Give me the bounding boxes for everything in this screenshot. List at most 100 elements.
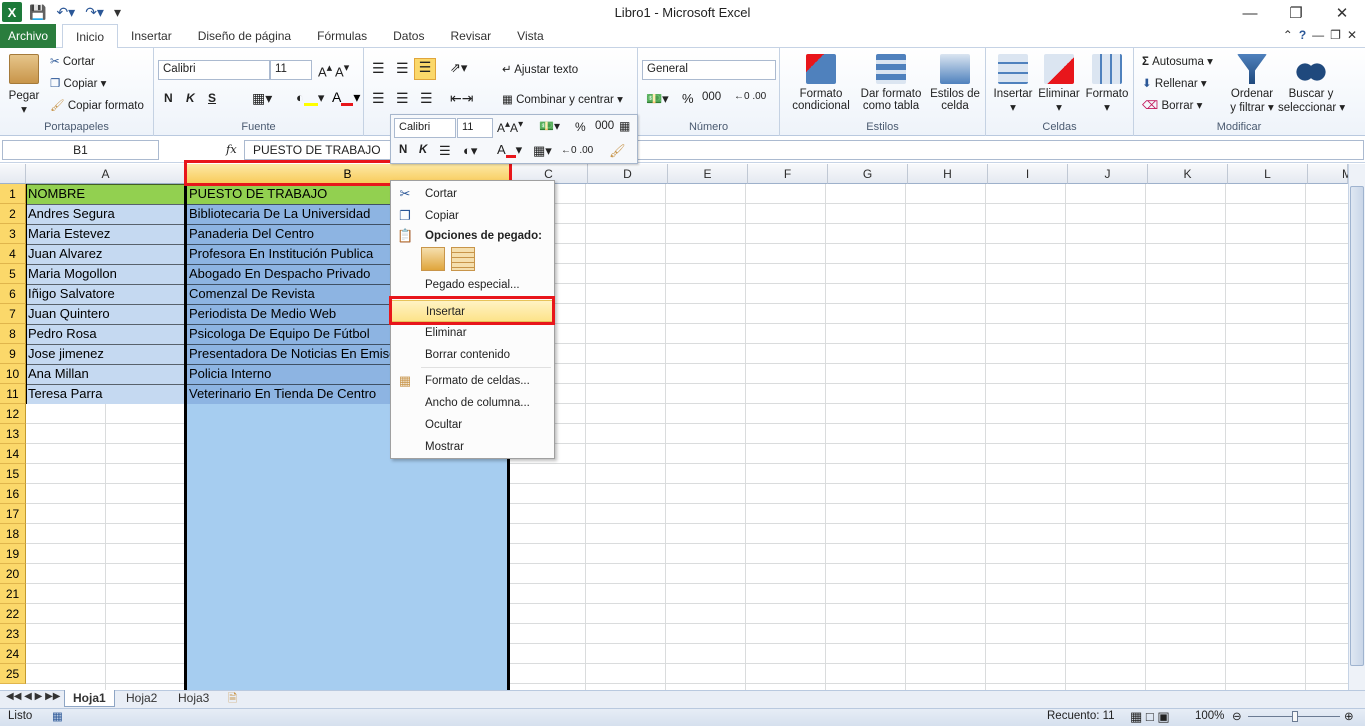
mini-thousands-button[interactable]: 000 xyxy=(595,120,614,132)
mini-format-icon[interactable]: ▦ xyxy=(619,119,630,133)
column-header-g[interactable]: G xyxy=(828,164,908,184)
sheet-tab-hoja1[interactable]: Hoja1 xyxy=(64,690,115,707)
find-select-button[interactable]: Buscar y seleccionar ▾ xyxy=(1278,54,1345,114)
delete-cells-button[interactable]: Eliminar ▾ xyxy=(1036,54,1082,114)
row-header[interactable]: 11 xyxy=(0,384,26,404)
bold-button[interactable]: N xyxy=(164,91,173,105)
mini-fill-color-icon[interactable]: ◐▾ xyxy=(463,143,477,159)
tab-formulas[interactable]: Fórmulas xyxy=(304,24,380,48)
row-header[interactable]: 10 xyxy=(0,364,26,384)
cell-a[interactable]: Iñigo Salvatore xyxy=(26,284,184,304)
menu-format-cells[interactable]: ▦ Formato de celdas... xyxy=(391,370,554,392)
macro-record-icon[interactable]: ▦ xyxy=(52,709,63,723)
align-left-icon[interactable]: ☰ xyxy=(372,90,385,107)
fx-icon[interactable]: fx xyxy=(226,142,237,156)
row-header[interactable]: 9 xyxy=(0,344,26,364)
row-header[interactable]: 25 xyxy=(0,664,26,684)
merge-center-button[interactable]: ▦ Combinar y centrar ▾ xyxy=(502,92,623,106)
row-header[interactable]: 14 xyxy=(0,444,26,464)
column-header-j[interactable]: J xyxy=(1068,164,1148,184)
mini-borders-icon[interactable]: ▦▾ xyxy=(533,143,552,159)
cell-styles-button[interactable]: Estilos de celda xyxy=(926,54,984,112)
sheet-tab-hoja3[interactable]: Hoja3 xyxy=(170,690,217,707)
currency-icon[interactable]: 💵▾ xyxy=(646,91,669,107)
row-header[interactable]: 6 xyxy=(0,284,26,304)
sheet-tab-hoja2[interactable]: Hoja2 xyxy=(118,690,165,707)
mini-currency-icon[interactable]: 💵▾ xyxy=(539,119,560,133)
vertical-scrollbar[interactable] xyxy=(1348,164,1365,690)
cell-a[interactable]: Juan Alvarez xyxy=(26,244,184,264)
row-header[interactable]: 21 xyxy=(0,584,26,604)
column-header-f[interactable]: F xyxy=(748,164,828,184)
fill-color-icon[interactable]: ◐ ▾ xyxy=(296,90,324,106)
menu-hide[interactable]: Ocultar xyxy=(391,414,554,436)
font-size-combo[interactable]: 11 xyxy=(270,60,312,80)
grow-font-icon[interactable]: A▴ A▾ xyxy=(318,61,349,79)
cell-a[interactable]: Juan Quintero xyxy=(26,304,184,324)
name-box[interactable]: B1 xyxy=(2,140,159,160)
menu-clear-contents[interactable]: Borrar contenido xyxy=(391,344,554,366)
column-header-l[interactable]: L xyxy=(1228,164,1308,184)
zoom-out-icon[interactable]: ⊖ xyxy=(1232,709,1242,723)
mini-align-center-icon[interactable]: ☰ xyxy=(439,143,451,159)
align-bottom-icon[interactable]: ☰ xyxy=(414,58,436,80)
row-header[interactable]: 23 xyxy=(0,624,26,644)
italic-button[interactable]: K xyxy=(186,91,195,105)
menu-cut[interactable]: ✂ Cortar xyxy=(391,183,554,205)
column-header-h[interactable]: H xyxy=(908,164,988,184)
mini-font-combo[interactable]: Calibri xyxy=(394,118,456,138)
doc-close-icon[interactable]: ✕ xyxy=(1347,28,1357,42)
cell-a[interactable]: Maria Estevez xyxy=(26,224,184,244)
doc-restore-icon[interactable]: ❐ xyxy=(1330,28,1341,42)
thousands-button[interactable]: 000 xyxy=(702,91,721,103)
view-normal-icon[interactable]: ▦ □ ▣ xyxy=(1130,709,1170,725)
format-painter-button[interactable]: 🖌 Copiar formato xyxy=(50,98,144,112)
tab-insertar[interactable]: Insertar xyxy=(118,24,185,48)
help-icon[interactable]: ? xyxy=(1299,28,1306,42)
copy-button[interactable]: ❐ Copiar ▾ xyxy=(50,76,106,90)
column-header-e[interactable]: E xyxy=(668,164,748,184)
menu-paste-special[interactable]: Pegado especial... xyxy=(391,274,554,296)
row-header[interactable]: 4 xyxy=(0,244,26,264)
cell-a[interactable]: Andres Segura xyxy=(26,204,184,224)
row-header[interactable]: 2 xyxy=(0,204,26,224)
row-header[interactable]: 20 xyxy=(0,564,26,584)
cell-a[interactable]: Pedro Rosa xyxy=(26,324,184,344)
orientation-icon[interactable]: ⇗▾ xyxy=(450,60,467,76)
row-header[interactable]: 8 xyxy=(0,324,26,344)
paste-option-icon[interactable] xyxy=(421,247,445,271)
borders-icon[interactable]: ▦▾ xyxy=(252,90,272,107)
column-header-d[interactable]: D xyxy=(588,164,668,184)
font-color-icon[interactable]: A ▾ xyxy=(332,89,360,106)
paste-button[interactable]: Pegar ▾ xyxy=(6,54,42,116)
cell-a[interactable]: Ana Millan xyxy=(26,364,184,384)
tab-inicio[interactable]: Inicio xyxy=(62,24,119,49)
cell-a[interactable]: Jose jimenez xyxy=(26,344,184,364)
sort-filter-button[interactable]: Ordenar y filtrar ▾ xyxy=(1224,54,1280,114)
close-icon[interactable]: ✕ xyxy=(1319,0,1365,26)
clear-button[interactable]: ⌫ Borrar ▾ xyxy=(1142,98,1202,112)
sheet-nav-icons[interactable]: ◀◀ ◀ ▶ ▶▶ xyxy=(6,691,60,702)
column-header-m[interactable]: M xyxy=(1308,164,1352,184)
tab-vista[interactable]: Vista xyxy=(504,24,556,48)
number-format-combo[interactable]: General xyxy=(642,60,776,80)
tab-diseno[interactable]: Diseño de página xyxy=(185,24,304,48)
restore-icon[interactable]: ❐ xyxy=(1273,0,1319,26)
menu-copy[interactable]: ❐ Copiar xyxy=(391,205,554,227)
mini-size-combo[interactable]: 11 xyxy=(457,118,493,138)
row-header[interactable]: 24 xyxy=(0,644,26,664)
zoom-in-icon[interactable]: ⊕ xyxy=(1344,709,1354,723)
row-header[interactable]: 1 xyxy=(0,184,26,204)
underline-button[interactable]: S xyxy=(208,91,216,105)
format-cells-button[interactable]: Formato ▾ xyxy=(1084,54,1130,114)
cell-a[interactable]: NOMBRE xyxy=(26,184,184,204)
paste-values-icon[interactable] xyxy=(451,247,475,271)
row-header[interactable]: 18 xyxy=(0,524,26,544)
mini-brush-icon[interactable]: 🖌 xyxy=(609,143,626,159)
fill-button[interactable]: ⬇ Rellenar ▾ xyxy=(1142,76,1207,90)
minimize-icon[interactable]: — xyxy=(1227,0,1273,26)
mini-percent-button[interactable]: % xyxy=(575,120,586,134)
zoom-slider-thumb[interactable] xyxy=(1292,711,1298,722)
insert-cells-button[interactable]: Insertar ▾ xyxy=(990,54,1036,114)
cell-a[interactable]: Maria Mogollon xyxy=(26,264,184,284)
